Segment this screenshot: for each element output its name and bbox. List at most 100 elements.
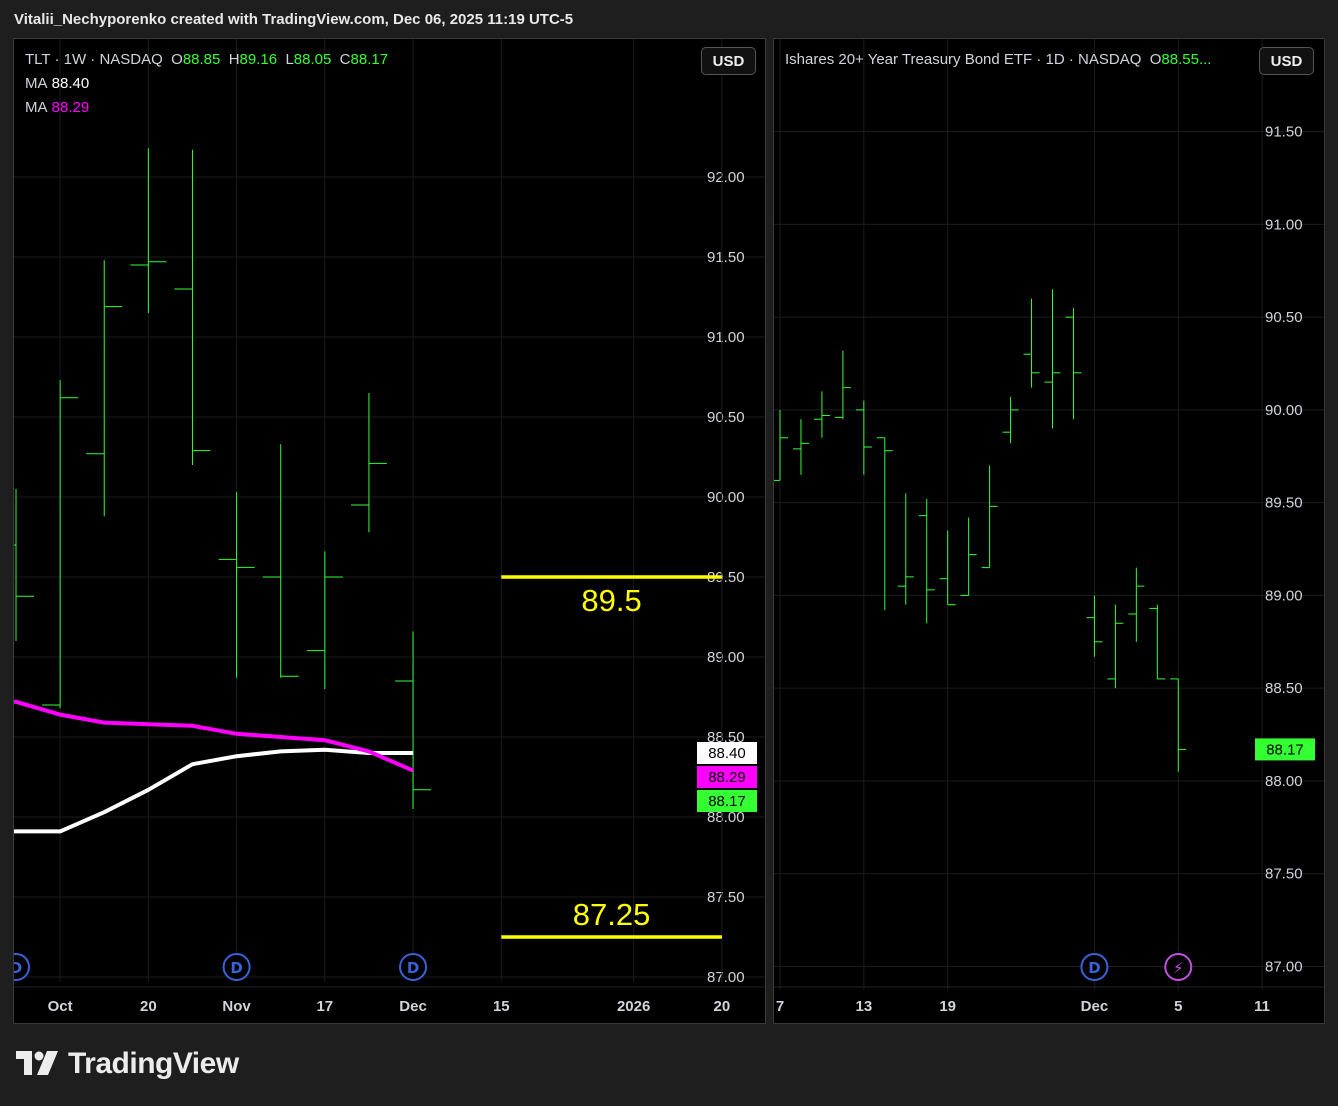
x-tick-label: 11 xyxy=(1254,998,1270,1015)
ohlc-bar xyxy=(1002,396,1019,444)
x-tick-label: 19 xyxy=(939,998,956,1015)
event-marker-label: D xyxy=(230,959,242,977)
ohlc-bar xyxy=(876,437,893,611)
moving-average-line xyxy=(14,747,414,834)
y-tick-label: 87.00 xyxy=(1265,958,1303,975)
ohlc-bar xyxy=(306,551,343,689)
ma1-value: 88.40 xyxy=(51,75,90,92)
open-label-daily: O xyxy=(1149,51,1162,68)
event-marker-label: ⚡ xyxy=(1173,959,1184,977)
low-label: L xyxy=(285,51,294,68)
open-value-daily: 88.55... xyxy=(1161,51,1212,68)
high-value: 89.16 xyxy=(239,51,278,68)
ohlc-bar xyxy=(981,465,998,569)
ohlc-bar xyxy=(939,530,956,606)
ma2-value: 88.29 xyxy=(51,99,90,116)
ohlc-bar xyxy=(130,148,167,313)
ohlc-bar xyxy=(1149,604,1166,680)
event-marker-label: D xyxy=(1088,959,1100,977)
x-tick-label: 5 xyxy=(1174,998,1182,1015)
ohlc-bar xyxy=(918,498,935,624)
y-tick-label: 92.00 xyxy=(707,169,745,186)
close-label: C xyxy=(339,51,351,68)
ohlc-bar xyxy=(960,517,977,596)
ohlc-bar xyxy=(86,260,123,517)
price-tag-label: 88.29 xyxy=(708,769,746,786)
ohlc-bar xyxy=(42,380,79,709)
x-tick-label: 20 xyxy=(714,998,731,1015)
price-tag-label: 88.17 xyxy=(708,793,746,810)
ohlc-bar xyxy=(350,393,387,533)
ohlc-bar xyxy=(1170,678,1187,772)
daily-ohlc-chart[interactable]: 91.50 91.00 90.50 90.00 89.50 89.00 88.50 88.00… xyxy=(774,39,1325,1024)
y-tick-label: 87.50 xyxy=(707,889,745,906)
ohlc-legend-daily: Ishares 20+ Year Treasury Bond ETF · 1D … xyxy=(785,51,1211,68)
y-tick-label: 91.50 xyxy=(1265,124,1303,141)
chart-panel-daily[interactable]: 91.50 91.00 90.50 90.00 89.50 89.00 88.50 88.00… xyxy=(773,38,1325,1024)
x-tick-label: 2026 xyxy=(617,998,650,1015)
open-label: O xyxy=(171,51,183,68)
low-value: 88.05 xyxy=(293,51,332,68)
y-tick-label: 88.00 xyxy=(1265,773,1303,790)
symbol-label[interactable]: TLT · 1W · NASDAQ xyxy=(25,51,163,68)
ohlc-bar xyxy=(262,444,299,678)
x-tick-label: Oct xyxy=(48,998,73,1015)
symbol-label-daily[interactable]: Ishares 20+ Year Treasury Bond ETF · 1D … xyxy=(785,51,1141,68)
ohlc-bar xyxy=(834,350,851,420)
y-tick-label: 87.00 xyxy=(707,969,745,986)
y-tick-label: 90.00 xyxy=(707,489,745,506)
event-marker-label: D xyxy=(407,959,419,977)
ohlc-bar xyxy=(1107,604,1124,689)
price-tag: 88.17 xyxy=(1255,738,1315,761)
ohlc-bar xyxy=(1086,595,1103,657)
ohlc-legend: TLT · 1W · NASDAQ O88.85 H89.16 L88.05 C… xyxy=(25,51,388,68)
x-tick-label: Dec xyxy=(1081,998,1109,1015)
price-tag-label: 88.17 xyxy=(1266,741,1304,758)
x-tick-label: 17 xyxy=(316,998,333,1015)
ohlc-bar xyxy=(1065,307,1082,420)
ohlc-bar xyxy=(855,400,872,475)
y-tick-label: 89.00 xyxy=(1265,587,1303,604)
y-tick-label: 91.00 xyxy=(707,329,745,346)
close-value: 88.17 xyxy=(350,51,389,68)
tradingview-logo-icon xyxy=(16,1051,58,1075)
ohlc-bar xyxy=(1128,567,1145,642)
chart-panel-weekly[interactable]: 92.00 91.50 91.00 90.50 90.00 89.50 89.00 88.50… xyxy=(13,38,766,1024)
ohlc-bar xyxy=(792,419,809,475)
level-label: 89.5 xyxy=(581,583,641,618)
ohlc-bar xyxy=(774,409,788,481)
y-tick-label: 90.50 xyxy=(1265,309,1303,326)
ohlc-bar xyxy=(395,631,432,809)
y-tick-label: 90.00 xyxy=(1265,402,1303,419)
x-tick-label: Dec xyxy=(399,998,427,1015)
ohlc-bar xyxy=(14,489,34,641)
y-tick-label: 87.50 xyxy=(1265,866,1303,883)
ohlc-bar xyxy=(1023,298,1040,388)
ohlc-bar xyxy=(1044,289,1061,429)
ohlc-bar xyxy=(897,493,914,605)
tradingview-brand: TradingView xyxy=(68,1047,239,1080)
currency-button-daily[interactable]: USD xyxy=(1259,47,1314,75)
currency-button[interactable]: USD xyxy=(701,47,756,75)
x-tick-label: 13 xyxy=(856,998,873,1015)
tradingview-footer: TradingView xyxy=(16,1046,239,1082)
y-tick-label: 91.00 xyxy=(1265,216,1303,233)
price-tag: 88.29 xyxy=(697,766,757,788)
weekly-ohlc-chart[interactable]: 92.0091.5091.0090.5090.0089.5089.0088.50… xyxy=(14,39,766,1024)
y-tick-label: 89.50 xyxy=(1265,495,1303,512)
y-tick-label: 88.50 xyxy=(1265,680,1303,697)
x-tick-label: Nov xyxy=(222,998,251,1015)
ohlc-bar xyxy=(813,391,830,438)
y-tick-label: 90.50 xyxy=(707,409,745,426)
price-tag-label: 88.40 xyxy=(708,745,746,762)
ma2-label: MA xyxy=(25,99,48,116)
event-marker-label: D xyxy=(14,959,22,977)
ma2-legend[interactable]: MA 88.29 xyxy=(25,99,89,116)
ma1-legend[interactable]: MA 88.40 xyxy=(25,75,89,92)
open-value: 88.85 xyxy=(182,51,221,68)
y-tick-label: 89.00 xyxy=(707,649,745,666)
level-label: 87.25 xyxy=(573,897,651,932)
y-tick-label: 91.50 xyxy=(707,249,745,266)
x-tick-label: 20 xyxy=(140,998,157,1015)
x-tick-label: 7 xyxy=(776,998,784,1015)
